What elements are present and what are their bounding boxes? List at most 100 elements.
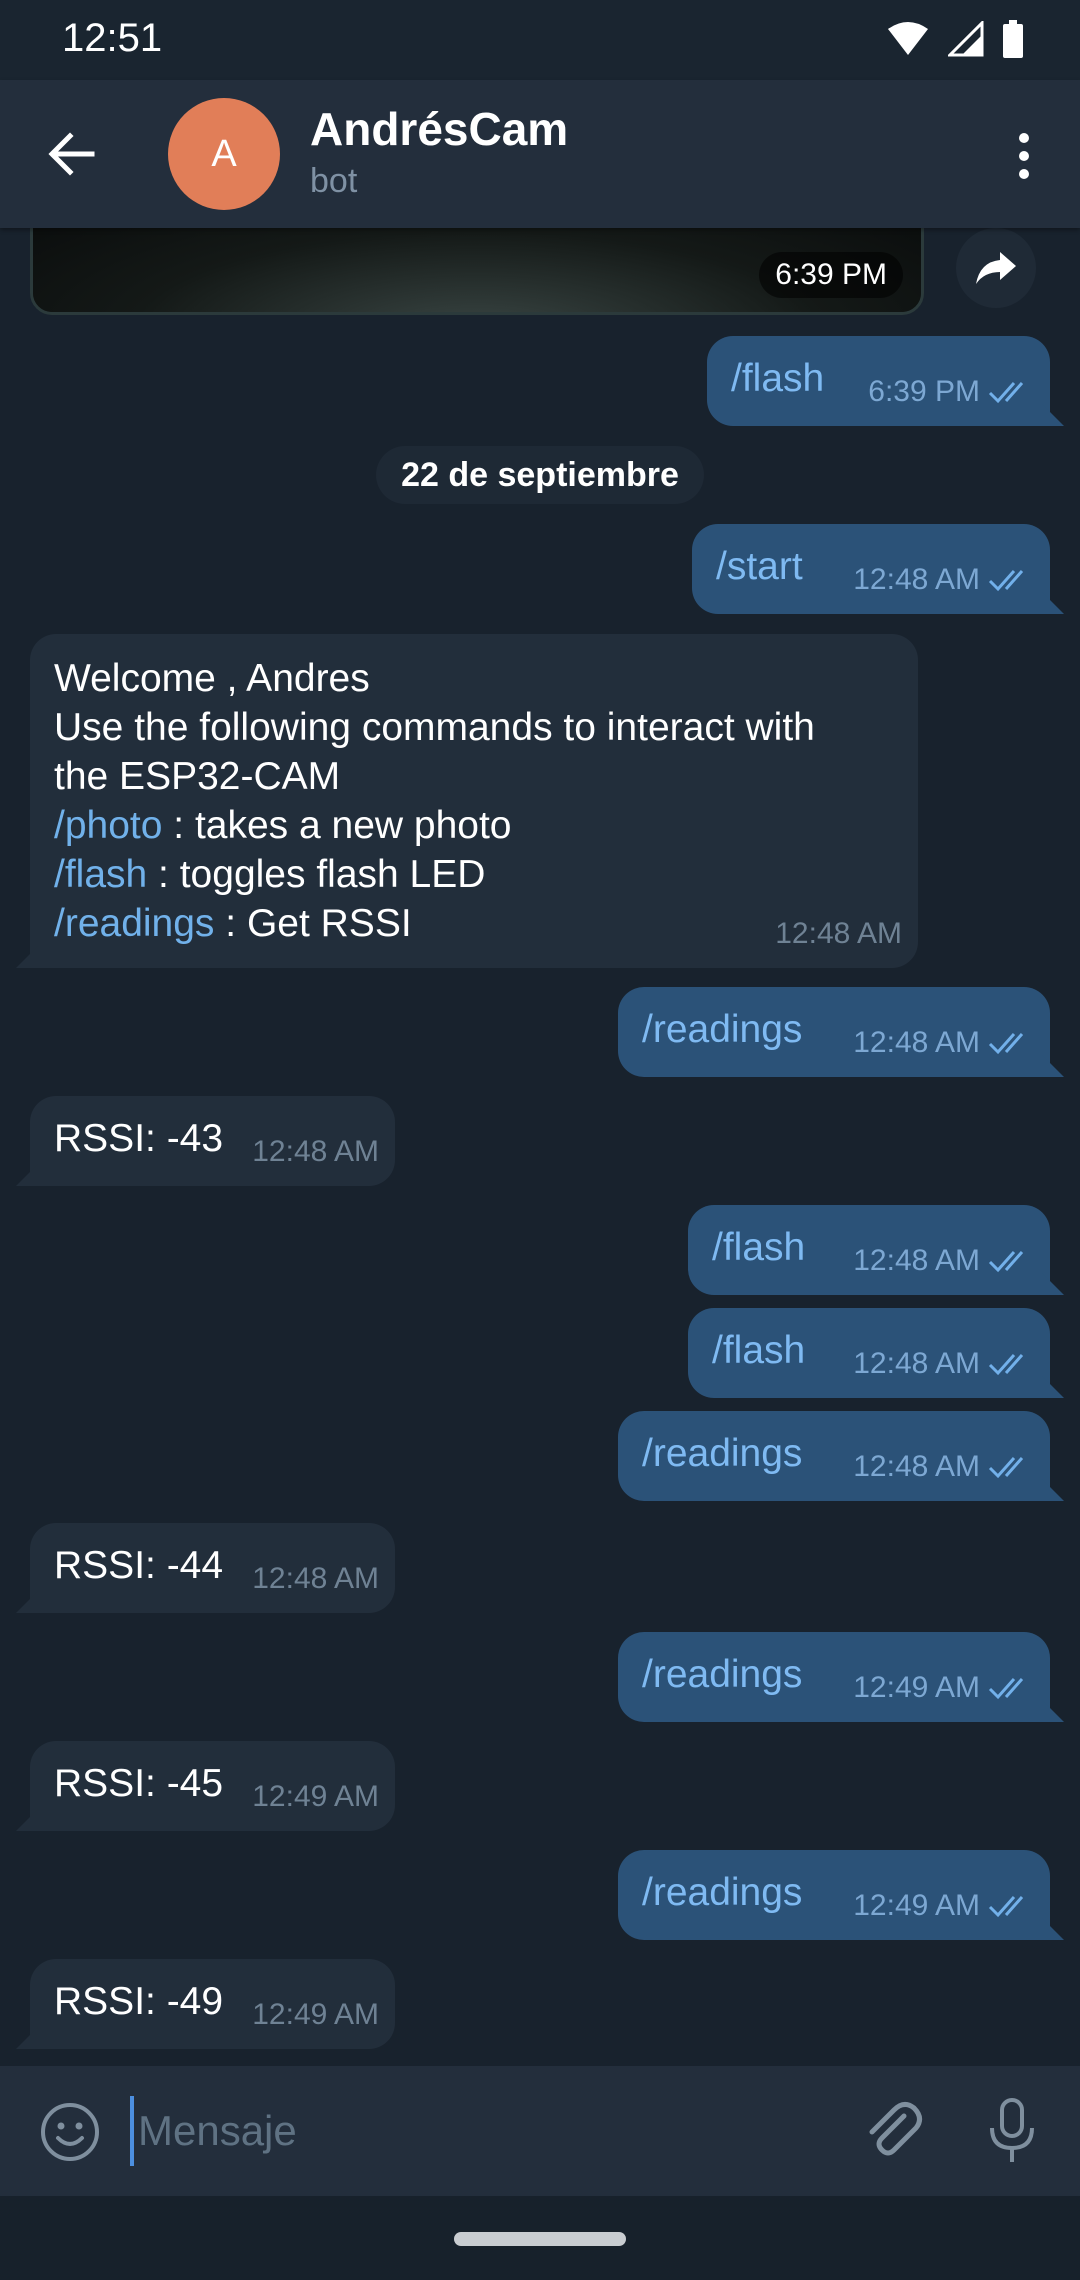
outgoing-message[interactable]: /readings 12:49 AM	[618, 1632, 1050, 1722]
share-button[interactable]	[956, 228, 1036, 308]
wifi-icon	[888, 22, 928, 55]
welcome-text: Welcome , Andres Use the following comma…	[54, 654, 815, 948]
outgoing-message[interactable]: /readings 12:48 AM	[618, 1411, 1050, 1501]
message-text: /readings	[642, 1432, 803, 1475]
message-meta: 12:49 AM	[252, 1990, 379, 2039]
double-check-icon	[988, 1250, 1024, 1272]
message-meta: 12:48 AM	[775, 909, 902, 958]
outgoing-message[interactable]: /readings 12:49 AM	[618, 1850, 1050, 1940]
photo-timestamp: 6:39 PM	[759, 252, 903, 298]
incoming-message[interactable]: RSSI: -44 12:48 AM	[30, 1523, 395, 1613]
message-time: 12:48 AM	[853, 1026, 980, 1059]
navigation-bar	[0, 2196, 1080, 2280]
message-meta: 12:48 AM	[252, 1127, 379, 1176]
message-meta: 12:48 AM	[853, 555, 1034, 604]
incoming-message[interactable]: RSSI: -49 12:49 AM	[30, 1959, 395, 2049]
command-line: /photo : takes a new photo	[54, 801, 815, 850]
double-check-icon	[988, 381, 1024, 403]
message-input[interactable]	[130, 2096, 810, 2166]
message-text: /start	[716, 545, 803, 588]
message-meta: 12:48 AM	[853, 1442, 1034, 1491]
message-time: 12:48 AM	[853, 1450, 980, 1483]
battery-icon	[1003, 20, 1023, 58]
outgoing-message[interactable]: /readings 12:48 AM	[618, 987, 1050, 1077]
signal-icon	[948, 21, 984, 57]
message-time: 12:48 AM	[853, 563, 980, 596]
incoming-message[interactable]: Welcome , Andres Use the following comma…	[30, 634, 918, 968]
message-text: /readings	[642, 1008, 803, 1051]
chat-header: A AndrésCam bot	[0, 80, 1080, 228]
message-time: 12:49 AM	[252, 1780, 379, 1813]
message-meta: 12:49 AM	[853, 1663, 1034, 1712]
message-time: 12:49 AM	[252, 1998, 379, 2031]
arrow-left-icon	[48, 132, 95, 176]
message-time: 12:48 AM	[775, 917, 902, 950]
message-time: 12:48 AM	[853, 1347, 980, 1380]
double-check-icon	[988, 1032, 1024, 1054]
message-composer	[0, 2066, 1080, 2196]
share-icon	[976, 252, 1016, 284]
mic-icon	[990, 2098, 1034, 2162]
command-description: : takes a new photo	[162, 804, 512, 847]
welcome-line: Welcome , Andres	[54, 657, 370, 700]
message-text: /readings	[642, 1871, 803, 1914]
double-check-icon	[988, 1456, 1024, 1478]
emoji-button[interactable]	[38, 2100, 102, 2164]
message-text: /flash	[712, 1329, 806, 1372]
message-time: 12:48 AM	[252, 1135, 379, 1168]
status-icons	[886, 20, 1024, 58]
message-meta: 12:48 AM	[853, 1236, 1034, 1285]
status-bar: 12:51	[0, 0, 1080, 80]
message-time: 6:39 PM	[868, 375, 980, 408]
message-meta: 12:49 AM	[853, 1881, 1034, 1930]
message-text: /flash	[731, 357, 825, 400]
message-text: RSSI: -45	[54, 1762, 224, 1805]
message-meta: 12:48 AM	[853, 1339, 1034, 1388]
paperclip-icon	[869, 2102, 922, 2156]
message-meta: 12:48 AM	[853, 1018, 1034, 1067]
welcome-line: Use the following commands to interact w…	[54, 706, 815, 749]
outgoing-message[interactable]: /flash 12:48 AM	[688, 1308, 1050, 1398]
message-text: RSSI: -43	[54, 1117, 224, 1160]
outgoing-message[interactable]: /flash 6:39 PM	[707, 336, 1050, 426]
message-text: /flash	[712, 1226, 806, 1269]
chat-title[interactable]: AndrésCam	[310, 102, 568, 156]
welcome-line: the ESP32-CAM	[54, 755, 341, 798]
avatar[interactable]: A	[168, 98, 280, 210]
date-separator: 22 de septiembre	[376, 446, 704, 504]
double-check-icon	[988, 1677, 1024, 1699]
home-indicator[interactable]	[454, 2232, 626, 2246]
message-text: /readings	[642, 1653, 803, 1696]
command-link-readings[interactable]: /readings	[54, 902, 214, 945]
back-button[interactable]	[40, 122, 104, 186]
incoming-message[interactable]: RSSI: -43 12:48 AM	[30, 1096, 395, 1186]
command-description: : Get RSSI	[214, 902, 412, 945]
command-link-flash[interactable]: /flash	[54, 853, 147, 896]
message-meta: 12:48 AM	[252, 1554, 379, 1603]
more-menu-button[interactable]	[1004, 124, 1044, 188]
emoji-icon	[41, 2103, 99, 2161]
message-text: RSSI: -49	[54, 1980, 224, 2023]
message-time: 12:48 AM	[252, 1562, 379, 1595]
message-time: 12:49 AM	[853, 1671, 980, 1704]
double-check-icon	[988, 1353, 1024, 1375]
outgoing-message[interactable]: /flash 12:48 AM	[688, 1205, 1050, 1295]
message-text: RSSI: -44	[54, 1544, 224, 1587]
command-description: : toggles flash LED	[147, 853, 486, 896]
message-time: 12:48 AM	[853, 1244, 980, 1277]
message-meta: 6:39 PM	[868, 367, 1034, 416]
command-line: /readings : Get RSSI	[54, 899, 815, 948]
status-time: 12:51	[62, 16, 163, 60]
double-check-icon	[988, 1895, 1024, 1917]
attach-button[interactable]	[858, 2096, 928, 2166]
more-vert-icon	[1019, 133, 1029, 179]
message-meta: 12:49 AM	[252, 1772, 379, 1821]
chat-subtitle: bot	[310, 162, 358, 200]
incoming-message[interactable]: RSSI: -45 12:49 AM	[30, 1741, 395, 1831]
outgoing-message[interactable]: /start 12:48 AM	[692, 524, 1050, 614]
mic-button[interactable]	[980, 2096, 1044, 2166]
command-line: /flash : toggles flash LED	[54, 850, 815, 899]
message-time: 12:49 AM	[853, 1889, 980, 1922]
double-check-icon	[988, 569, 1024, 591]
command-link-photo[interactable]: /photo	[54, 804, 162, 847]
